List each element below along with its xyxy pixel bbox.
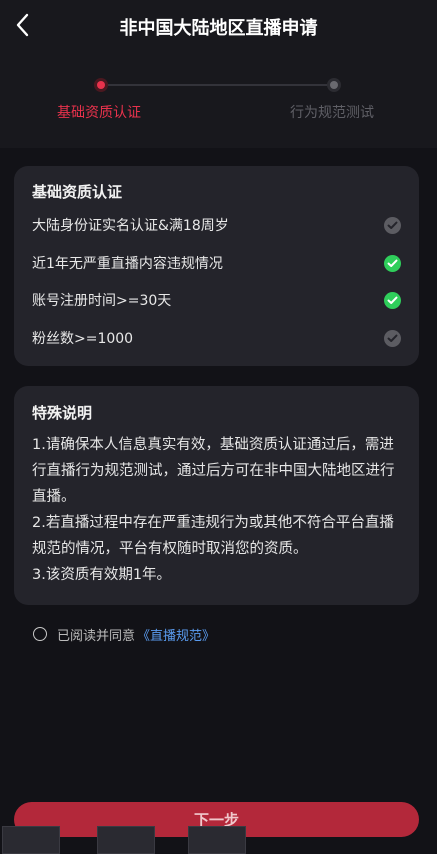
condition-text: 账号注册时间>=30天 bbox=[32, 293, 172, 309]
condition-text: 近1年无严重直播内容违规情况 bbox=[32, 256, 223, 272]
notes-body: 1.请确保本人信息真实有效，基础资质认证通过后，需进行直播行为规范测试，通过后方… bbox=[32, 437, 395, 583]
step-label-qualification: 基础资质认证 bbox=[57, 105, 141, 121]
nav-bar: 非中国大陆地区直播申请 bbox=[0, 0, 437, 52]
step-connector bbox=[108, 84, 330, 86]
background-thumbnails bbox=[0, 826, 437, 854]
check-icon bbox=[384, 254, 401, 272]
condition-row: 账号注册时间>=30天 bbox=[32, 288, 401, 312]
check-icon bbox=[384, 216, 401, 234]
check-icon bbox=[384, 291, 401, 309]
live-rules-link[interactable]: 《直播规范》 bbox=[137, 625, 215, 644]
notes-card: 特殊说明 1.请确保本人信息真实有效，基础资质认证通过后，需进行直播行为规范测试… bbox=[14, 386, 419, 605]
page-title: 非中国大陆地区直播申请 bbox=[119, 18, 318, 39]
thumbnail bbox=[2, 826, 60, 854]
qualification-card: 基础资质认证 大陆身份证实名认证&满18周岁 近1年无严重直播内容违规情况 账号… bbox=[14, 166, 419, 366]
qualification-title: 基础资质认证 bbox=[32, 183, 123, 201]
thumbnail bbox=[188, 826, 246, 854]
step-dot-active bbox=[94, 78, 108, 92]
check-icon bbox=[384, 329, 401, 347]
agree-radio[interactable] bbox=[33, 627, 47, 641]
notes-title: 特殊说明 bbox=[32, 404, 93, 422]
step-label-behavior-test: 行为规范测试 bbox=[290, 105, 374, 121]
condition-text: 大陆身份证实名认证&满18周岁 bbox=[32, 218, 229, 234]
agreement-row: 已阅读并同意 《直播规范》 bbox=[33, 624, 215, 644]
agreement-text: 已阅读并同意 bbox=[57, 628, 136, 644]
condition-row: 近1年无严重直播内容违规情况 bbox=[32, 251, 401, 275]
thumbnail bbox=[97, 826, 155, 854]
condition-row: 粉丝数>=1000 bbox=[32, 326, 401, 350]
condition-text: 粉丝数>=1000 bbox=[32, 331, 134, 347]
condition-row: 大陆身份证实名认证&满18周岁 bbox=[32, 213, 401, 237]
step-dot-inactive bbox=[327, 78, 341, 92]
progress-steps: 基础资质认证 行为规范测试 bbox=[0, 68, 437, 128]
